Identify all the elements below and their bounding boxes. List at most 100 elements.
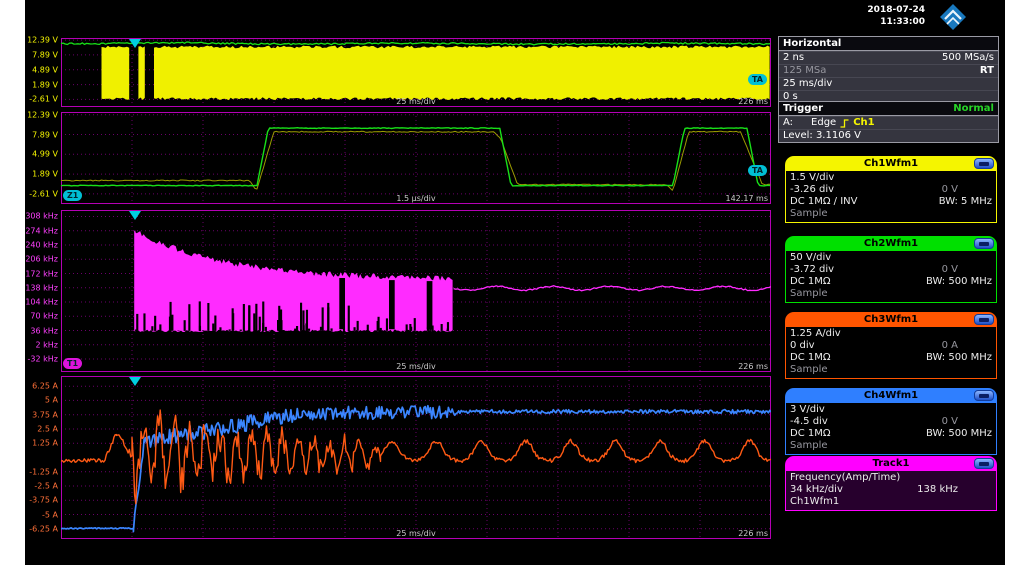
- y-axis-label: 36 kHz: [30, 326, 58, 335]
- track1-title: Track1: [873, 458, 910, 469]
- ch1-bandwidth: BW: 5 MHz: [939, 196, 992, 208]
- time-offset-label: 226 ms: [738, 97, 768, 106]
- track1-source: Ch1Wfm1: [790, 496, 839, 508]
- grid-current-voltage: 25 ms/div 226 ms 6.25 A5 A3.75 A2.5 A1.2…: [61, 376, 771, 539]
- y-axis-label: -2.61 V: [29, 95, 58, 104]
- ch3-bandwidth: BW: 500 MHz: [926, 352, 992, 364]
- y-axis-label: 1.25 A: [32, 439, 58, 448]
- ch4-bandwidth: BW: 500 MHz: [926, 428, 992, 440]
- ch2-scale: 50 V/div: [790, 252, 831, 264]
- resolution-row: 2 ns 500 MSa/s: [779, 51, 998, 64]
- ch1-acquisition-mode: Sample: [790, 208, 828, 220]
- time-label: 11:33:00: [867, 16, 925, 28]
- ch3-coupling: DC 1MΩ: [790, 352, 831, 364]
- y-axis-label: -3.75 A: [29, 496, 58, 505]
- ch3-offset: 0 A: [942, 340, 958, 352]
- record-length-value: 125 MSa: [783, 65, 826, 77]
- ch3-scale: 1.25 A/div: [790, 328, 841, 340]
- timebase-value: 25 ms/div: [783, 78, 832, 90]
- ch2-coupling: DC 1MΩ: [790, 276, 831, 288]
- trigger-type-value: Edge: [811, 117, 836, 129]
- y-axis-label: 240 kHz: [25, 240, 58, 249]
- timebase-label: 25 ms/div: [61, 97, 771, 106]
- horizontal-panel[interactable]: Horizontal 2 ns 500 MSa/s 125 MSa RT 25 …: [778, 36, 999, 104]
- ch1-position: -3.26 div: [790, 184, 834, 196]
- sample-rate-value: 500 MSa/s: [942, 52, 994, 64]
- scope-display-area: 2018-07-24 11:33:00 25 ms/div 226 ms 12.…: [25, 0, 1005, 565]
- y-axis-label: 138 kHz: [25, 283, 58, 292]
- y-axis-label: 4.99 V: [32, 150, 58, 159]
- timebase-label: 1.5 µs/div: [61, 194, 771, 203]
- trigger-source-value: Ch1: [853, 117, 874, 129]
- timebase-row: 25 ms/div: [779, 77, 998, 90]
- ch2-waveform-box[interactable]: Ch2Wfm1 50 V/div -3.72 div 0 V DC 1MΩ BW: …: [785, 236, 997, 303]
- record-length-row: 125 MSa RT: [779, 64, 998, 77]
- y-axis-label: -5 A: [42, 510, 58, 519]
- ch2-position: -3.72 div: [790, 264, 834, 276]
- trigger-position-marker[interactable]: [129, 377, 141, 386]
- y-axis-label: 104 kHz: [25, 298, 58, 307]
- ch4-acquisition-mode: Sample: [790, 440, 828, 452]
- minimize-button[interactable]: [974, 314, 994, 325]
- y-axis-label: 6.25 A: [32, 382, 58, 391]
- datetime-display: 2018-07-24 11:33:00: [867, 4, 925, 28]
- time-offset-label: 142.17 ms: [726, 194, 769, 203]
- horizontal-panel-title: Horizontal: [783, 38, 841, 49]
- current-voltage-plot: [61, 376, 771, 539]
- rohde-schwarz-logo: [939, 3, 967, 31]
- timebase-label: 25 ms/div: [61, 362, 771, 371]
- trigger-mode-value: Normal: [953, 103, 994, 114]
- y-axis-label: 274 kHz: [25, 226, 58, 235]
- ch2-waveform-title: Ch2Wfm1: [864, 238, 918, 249]
- ch4-offset: 0 V: [942, 416, 958, 428]
- track1-badge[interactable]: T1: [63, 358, 82, 369]
- resolution-value: 2 ns: [783, 52, 804, 64]
- y-axis-label: 4.89 V: [32, 65, 58, 74]
- realtime-mode-value: RT: [980, 65, 994, 77]
- trigger-level-value: Level: 3.1106 V: [783, 130, 861, 142]
- ch4-waveform-box[interactable]: Ch4Wfm1 3 V/div -4.5 div0 V DC 1MΩBW: 50…: [785, 388, 997, 455]
- trigger-position-marker[interactable]: [129, 39, 141, 48]
- ch2-bandwidth: BW: 500 MHz: [926, 276, 992, 288]
- y-axis-label: 3.75 A: [32, 410, 58, 419]
- date-label: 2018-07-24: [867, 4, 925, 16]
- grid-ch1-overview: 25 ms/div 226 ms 12.39 V7.89 V4.89 V1.89…: [61, 38, 771, 107]
- y-axis-label: 1.89 V: [32, 80, 58, 89]
- ch3-position: 0 div: [790, 340, 815, 352]
- y-axis-label: -6.25 A: [29, 524, 58, 533]
- grid-zoom1: 1.5 µs/div 142.17 ms 12.39 V7.89 V4.99 V…: [61, 112, 771, 204]
- y-axis-label: 2.5 A: [37, 424, 58, 433]
- ch3-waveform-box[interactable]: Ch3Wfm1 1.25 A/div 0 div0 A DC 1MΩBW: 50…: [785, 312, 997, 379]
- ch1-coupling: DC 1MΩ / INV: [790, 196, 858, 208]
- time-offset-label: 226 ms: [738, 362, 768, 371]
- ch1-scale: 1.5 V/div: [790, 172, 834, 184]
- ch2-acquisition-mode: Sample: [790, 288, 828, 300]
- trigger-sequence-label: A:: [783, 117, 793, 129]
- ta-badge[interactable]: TA: [748, 74, 767, 85]
- trigger-position-marker[interactable]: [129, 211, 141, 220]
- ch2-offset: 0 V: [942, 264, 958, 276]
- ta-badge[interactable]: TA: [748, 165, 767, 176]
- track1-function: Frequency(Amp/Time): [790, 472, 900, 484]
- minimize-button[interactable]: [974, 458, 994, 469]
- trigger-panel[interactable]: Trigger Normal A: Edge Ch1 Level: 3.1106…: [778, 101, 999, 143]
- track1-value: 138 kHz: [917, 484, 958, 496]
- zoom1-badge[interactable]: Z1: [63, 190, 82, 201]
- y-axis-label: -2.61 V: [29, 189, 58, 198]
- grid-track-frequency: 25 ms/div 226 ms 308 kHz274 kHz240 kHz20…: [61, 210, 771, 372]
- y-axis-label: -32 kHz: [28, 355, 58, 364]
- ch4-waveform-title: Ch4Wfm1: [864, 390, 918, 401]
- y-axis-label: 12.39 V: [27, 36, 58, 45]
- minimize-button[interactable]: [974, 390, 994, 401]
- ch1-offset: 0 V: [942, 184, 958, 196]
- minimize-button[interactable]: [974, 158, 994, 169]
- timebase-label: 25 ms/div: [61, 529, 771, 538]
- track1-box[interactable]: Track1 Frequency(Amp/Time) 34 kHz/div138…: [785, 456, 997, 511]
- y-axis-label: -1.25 A: [29, 467, 58, 476]
- y-axis-label: 70 kHz: [30, 312, 58, 321]
- y-axis-label: -2.5 A: [34, 482, 58, 491]
- zoom1-plot: [61, 112, 771, 204]
- ch4-coupling: DC 1MΩ: [790, 428, 831, 440]
- ch1-waveform-box[interactable]: Ch1Wfm1 1.5 V/div -3.26 div0 V DC 1MΩ / …: [785, 156, 997, 223]
- minimize-button[interactable]: [974, 238, 994, 249]
